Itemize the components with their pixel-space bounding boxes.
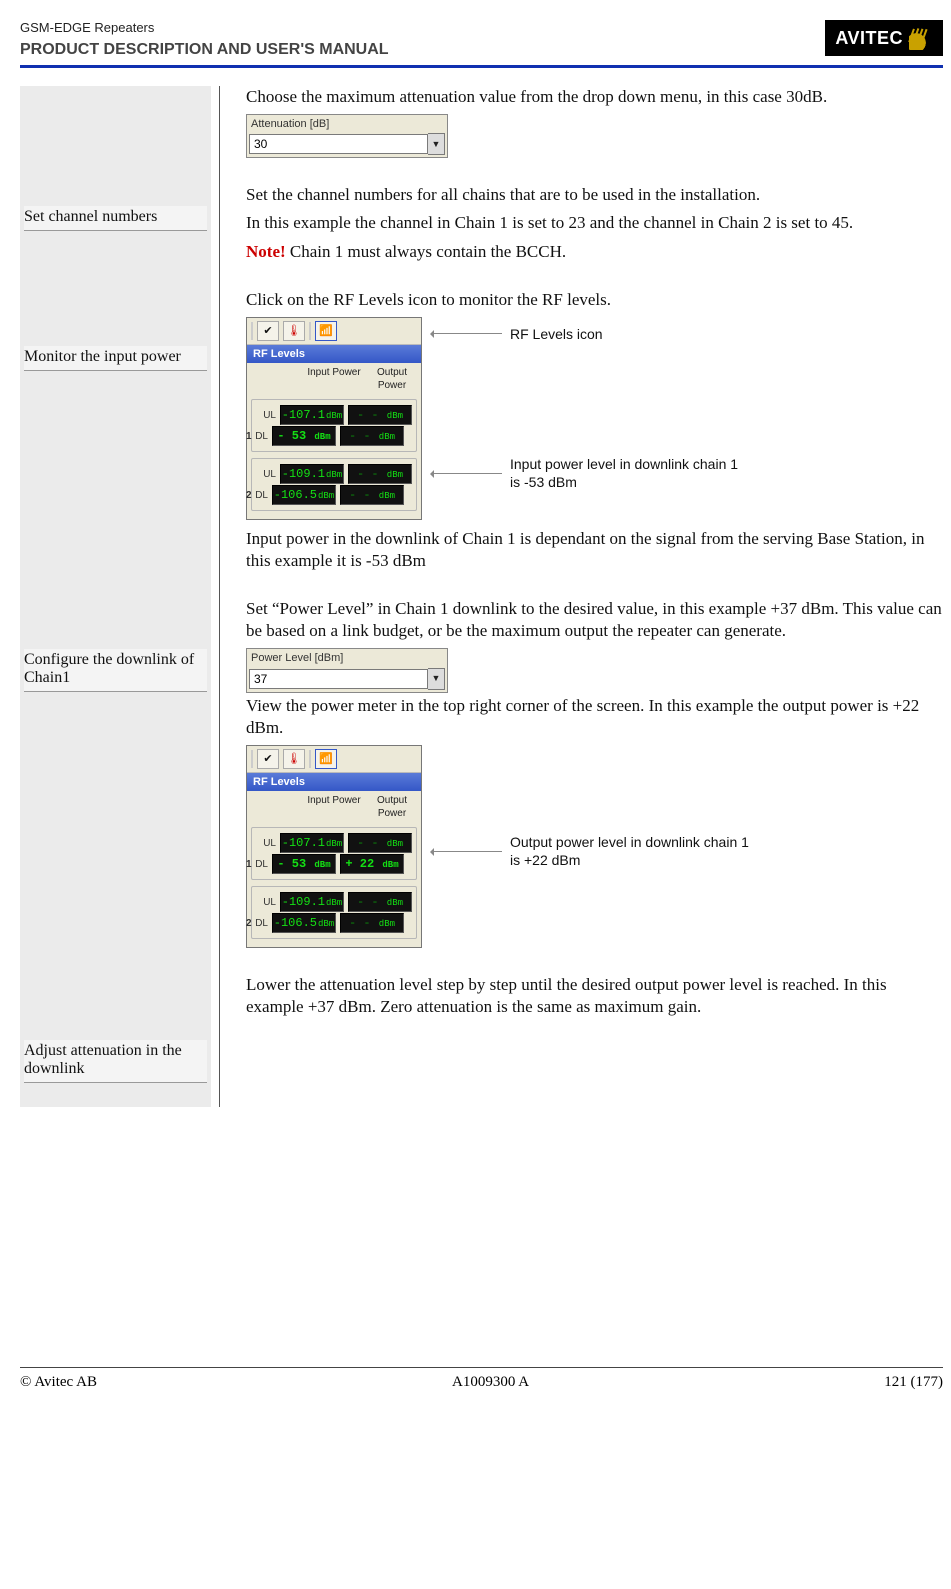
section-adjust: Lower the attenuation level step by step… [246,974,943,1018]
brand-sun-icon [909,26,933,50]
toolbar-thermometer-icon[interactable]: 🌡 [283,749,305,769]
rf2b-dl-out: - - dBm [340,913,404,933]
callout-arrow-icon [432,473,502,474]
rf-toolbar: ✔ 🌡 📶 [247,318,421,345]
rf2-dl-out: - - dBm [340,485,404,505]
attn-intro-text: Choose the maximum attenuation value fro… [246,86,943,108]
rf2b-dl-in: -106.5dBm [272,913,336,933]
callout-output-power-text: Output power level in downlink chain 1 i… [510,833,750,869]
rf1b-ul-in: -107.1dBm [280,833,344,853]
rf-levels-panel-2: ✔ 🌡 📶 RF Levels Input Power Output Power [246,745,422,948]
header-rule [20,65,943,68]
rf2-ul-out: - - dBm [348,464,412,484]
rf-levels-panel-1: ✔ 🌡 📶 RF Levels Input Power Output Power [246,317,422,520]
rf-dl-label: DL [254,430,270,443]
rf2-ul-in: -109.1dBm [280,464,344,484]
rf-ul-label: UL [254,409,278,422]
adjust-p1: Lower the attenuation level step by step… [246,974,943,1018]
sidebar-step-monitor-input: Monitor the input power [24,346,207,371]
footer-rule [20,1367,943,1368]
sidebar-step-adjust-attn: Adjust attenuation in the downlink [24,1040,207,1083]
rf-levels-icon[interactable]: 📶 [315,749,337,769]
note-prefix: Note! [246,242,286,261]
configure-p2: View the power meter in the top right co… [246,695,943,739]
configure-p1: Set “Power Level” in Chain 1 downlink to… [246,598,943,642]
brand-logo: AVITEC [825,20,943,56]
rf1-dl-out: - - dBm [340,426,404,446]
rf-col-input: Input Power [305,366,363,392]
rf1-ul-out: - - dBm [348,405,412,425]
page-footer: © Avitec AB A1009300 A 121 (177) [20,1374,943,1391]
rf-levels-icon[interactable]: 📶 [315,321,337,341]
toolbar-thermometer-icon[interactable]: 🌡 [283,321,305,341]
rf1b-dl-out: + 22 dBm [340,854,404,874]
section-channels: Set the channel numbers for all chains t… [246,184,943,262]
content-column: Choose the maximum attenuation value fro… [220,86,943,1107]
section-attenuation: Choose the maximum attenuation value fro… [246,86,943,158]
callout-arrow-icon [432,851,502,852]
power-level-label: Power Level [dBm] [247,649,447,667]
brand-logo-text: AVITEC [835,28,903,49]
doc-type: GSM-EDGE Repeaters [20,20,389,35]
power-level-dropdown: Power Level [dBm] ▼ [246,648,448,692]
monitor-intro: Click on the RF Levels icon to monitor t… [246,289,943,311]
attenuation-input[interactable] [249,134,428,154]
manual-title: PRODUCT DESCRIPTION AND USER'S MANUAL [20,41,389,59]
toolbar-status-icon[interactable]: ✔ [257,321,279,341]
channels-p2: In this example the channel in Chain 1 i… [246,212,943,234]
step-sidebar: Set channel numbers Monitor the input po… [20,86,220,1107]
sidebar-step-configure-dl: Configure the downlink of Chain1 [24,649,207,692]
sidebar-step-set-channel: Set channel numbers [24,206,207,231]
rf1b-ul-out: - - dBm [348,833,412,853]
rf-col-output: Output Power [363,366,421,392]
callout-arrow-icon [432,333,502,334]
section-configure: Set “Power Level” in Chain 1 downlink to… [246,598,943,948]
channels-p1: Set the channel numbers for all chains t… [246,184,943,206]
rf2b-ul-in: -109.1dBm [280,892,344,912]
attenuation-dropdown: Attenuation [dB] ▼ [246,114,448,158]
callout-rf-icon-text: RF Levels icon [510,325,603,343]
footer-copyright: © Avitec AB [20,1374,97,1391]
rf2-dl-in: -106.5dBm [272,485,336,505]
section-monitor: Click on the RF Levels icon to monitor t… [246,289,943,573]
channels-note: Note! Chain 1 must always contain the BC… [246,241,943,263]
footer-page-number: 121 (177) [884,1374,943,1391]
power-level-dropdown-button[interactable]: ▼ [428,668,445,690]
callout-input-power-text: Input power level in downlink chain 1 is… [510,455,740,491]
rf2b-ul-out: - - dBm [348,892,412,912]
attenuation-label: Attenuation [dB] [247,115,447,133]
footer-doc-id: A1009300 A [452,1374,529,1391]
rf1-dl-in: - 53 dBm [272,426,336,446]
power-level-input[interactable] [249,669,428,689]
rf1-ul-in: -107.1dBm [280,405,344,425]
rf1b-dl-in: - 53 dBm [272,854,336,874]
page-header: GSM-EDGE Repeaters PRODUCT DESCRIPTION A… [20,20,943,59]
monitor-post-text: Input power in the downlink of Chain 1 i… [246,528,943,572]
note-text: Chain 1 must always contain the BCCH. [286,242,566,261]
attenuation-dropdown-button[interactable]: ▼ [428,133,445,155]
toolbar-status-icon[interactable]: ✔ [257,749,279,769]
rf-levels-title: RF Levels [247,345,421,363]
